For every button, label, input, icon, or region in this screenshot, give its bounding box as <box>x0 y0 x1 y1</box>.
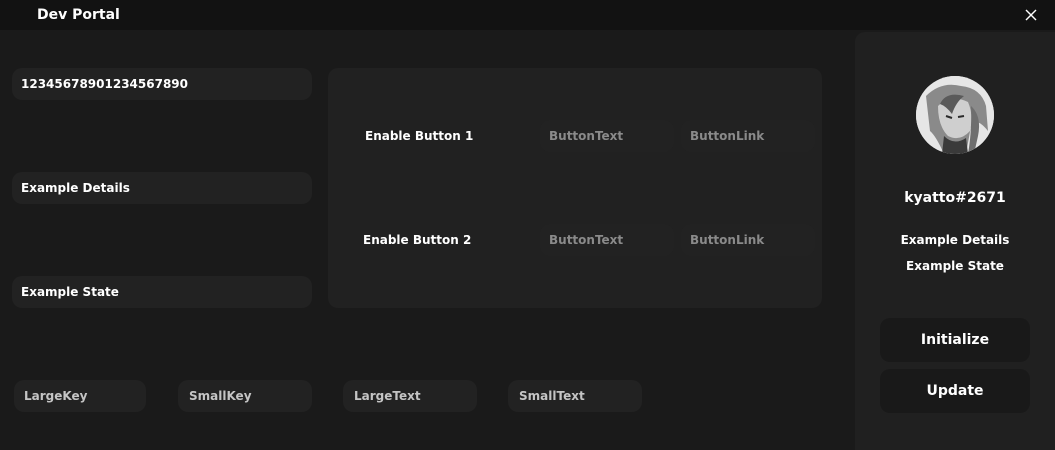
profile-details-label: Example Details <box>900 233 1010 247</box>
enable-button-1-toggle[interactable]: Enable Button 1 <box>365 129 473 143</box>
profile-state-label: Example State <box>906 259 1004 273</box>
avatar-image <box>916 76 994 154</box>
button-1-link-input[interactable]: ButtonLink <box>681 120 815 152</box>
username-label: kyatto#2671 <box>904 190 1006 206</box>
client-id-input[interactable]: 12345678901234567890 <box>12 68 312 100</box>
button-2-link-input[interactable]: ButtonLink <box>681 224 815 256</box>
details-input[interactable]: Example Details <box>12 172 312 204</box>
close-icon[interactable] <box>1022 6 1040 24</box>
state-input[interactable]: Example State <box>12 276 312 308</box>
large-text-input[interactable]: LargeText <box>343 380 477 412</box>
button-2-text-input[interactable]: ButtonText <box>540 224 674 256</box>
update-button[interactable]: Update <box>880 369 1030 413</box>
enable-button-2-toggle[interactable]: Enable Button 2 <box>363 233 471 247</box>
small-text-input[interactable]: SmallText <box>508 380 642 412</box>
small-key-input[interactable]: SmallKey <box>178 380 312 412</box>
large-key-input[interactable]: LargeKey <box>14 380 146 412</box>
button-1-text-input[interactable]: ButtonText <box>540 120 674 152</box>
title-bar: Dev Portal <box>0 0 1055 30</box>
app-title: Dev Portal <box>37 7 120 23</box>
avatar <box>916 76 994 154</box>
initialize-button[interactable]: Initialize <box>880 318 1030 362</box>
buttons-panel <box>328 68 822 308</box>
